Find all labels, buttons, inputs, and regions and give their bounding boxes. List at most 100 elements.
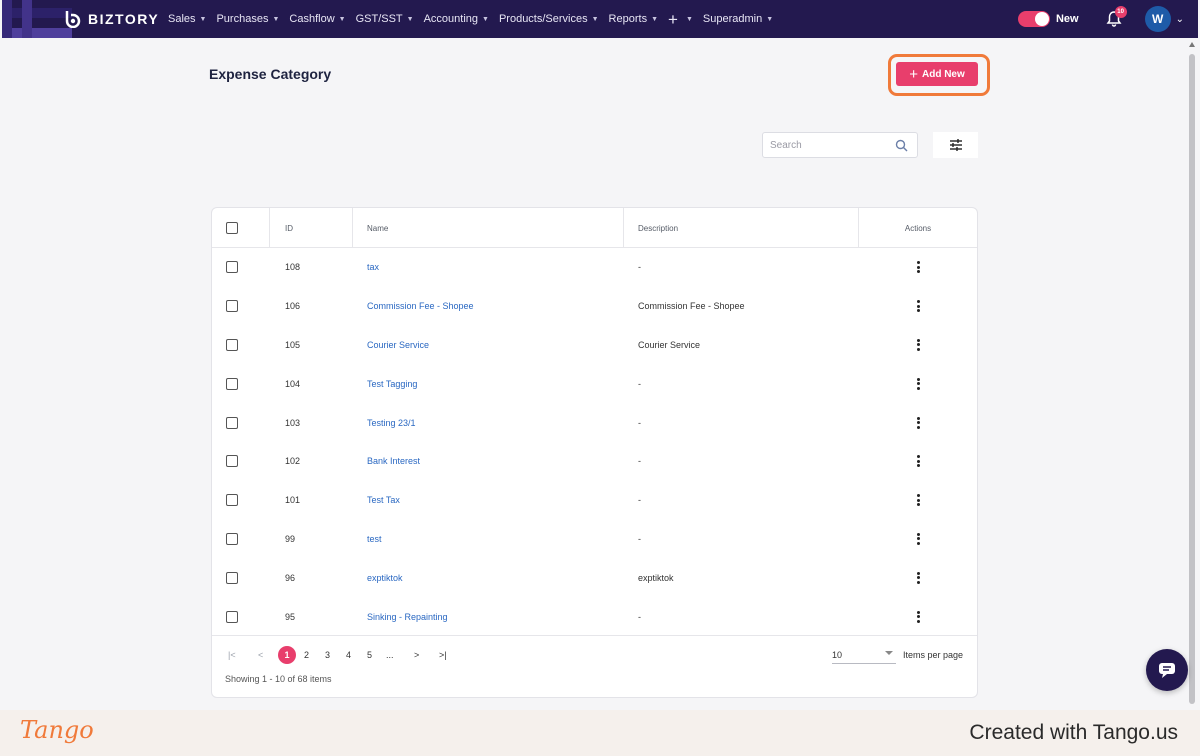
kebab-menu-icon[interactable]	[916, 338, 920, 351]
row-checkbox[interactable]	[226, 416, 238, 429]
menu-item-label: Purchases	[216, 13, 269, 25]
column-divider	[269, 208, 270, 248]
row-checkbox[interactable]	[226, 455, 238, 468]
row-id: 102	[285, 456, 301, 467]
items-per-page-label: Items per page	[903, 650, 964, 660]
row-actions-cell	[859, 248, 977, 287]
row-name-link[interactable]: Testing 23/1	[367, 403, 416, 442]
row-name-link[interactable]: Bank Interest	[367, 442, 420, 481]
page-1-button[interactable]: 1	[278, 646, 296, 664]
select-all-checkbox[interactable]	[226, 222, 238, 234]
row-name-link[interactable]: Commission Fee - Shopee	[367, 287, 474, 326]
row-select-cell	[226, 520, 238, 559]
chat-button[interactable]	[1146, 649, 1188, 691]
next-page-button[interactable]: >	[414, 647, 419, 663]
row-select-cell	[226, 558, 238, 597]
table-row: 96 exptiktok exptiktok	[212, 558, 977, 597]
page-scrollbar[interactable]	[1188, 42, 1196, 710]
row-name-link[interactable]: test	[367, 520, 382, 559]
row-checkbox[interactable]	[226, 571, 238, 584]
table-row: 108 tax -	[212, 248, 977, 287]
row-select-cell	[226, 248, 238, 287]
row-actions-cell	[859, 597, 977, 636]
row-actions-cell	[859, 326, 977, 365]
column-header-description[interactable]: Description	[638, 208, 678, 248]
row-checkbox[interactable]	[226, 494, 238, 507]
row-checkbox[interactable]	[226, 377, 238, 390]
kebab-menu-icon[interactable]	[916, 455, 920, 468]
column-header-id[interactable]: ID	[285, 208, 293, 248]
row-description: -	[638, 378, 641, 389]
plus-icon: +	[668, 9, 678, 29]
chevron-down-icon: ▼	[685, 15, 693, 23]
row-checkbox[interactable]	[226, 532, 238, 545]
chevron-down-icon: ▼	[406, 15, 414, 23]
table-row: 106 Commission Fee - Shopee Commission Fee…	[212, 287, 977, 326]
last-page-button[interactable]: >|	[439, 647, 447, 663]
row-checkbox[interactable]	[226, 610, 238, 623]
search-input[interactable]	[763, 133, 883, 157]
menu-item-reports[interactable]: Reports ▼	[609, 13, 658, 25]
table-row: 95 Sinking - Repainting -	[212, 597, 977, 636]
menu-item-label: Superadmin	[702, 13, 763, 25]
menu-item-cashflow[interactable]: Cashflow ▼	[289, 13, 345, 25]
plus-icon: +	[909, 65, 918, 83]
kebab-menu-icon[interactable]	[916, 532, 920, 545]
search-icon[interactable]	[895, 139, 908, 152]
menu-item-superadmin[interactable]: Superadmin ▼	[703, 13, 773, 25]
column-header-name[interactable]: Name	[367, 208, 388, 248]
menu-item-sales[interactable]: Sales ▼	[168, 13, 206, 25]
row-name-link[interactable]: tax	[367, 248, 379, 287]
menu-item-purchases[interactable]: Purchases ▼	[216, 13, 279, 25]
row-id: 99	[285, 533, 296, 544]
row-id: 101	[285, 495, 301, 506]
menu-item-products-services[interactable]: Products/Services ▼	[499, 13, 599, 25]
chevron-down-icon[interactable]: ⌄	[1176, 14, 1184, 25]
chevron-down-icon: ▼	[482, 15, 489, 23]
row-actions-cell	[859, 558, 977, 597]
scroll-thumb[interactable]	[1189, 54, 1195, 704]
row-name-link[interactable]: Test Tagging	[367, 364, 417, 403]
menu-item-gst-sst[interactable]: GST/SST ▼	[356, 13, 414, 25]
tango-credit: Created with Tango.us	[969, 721, 1178, 744]
row-select-cell	[226, 403, 238, 442]
pagination-divider	[212, 635, 977, 636]
row-checkbox[interactable]	[226, 261, 238, 274]
kebab-menu-icon[interactable]	[916, 494, 920, 507]
kebab-menu-icon[interactable]	[916, 300, 920, 313]
row-name-link[interactable]: Courier Service	[367, 326, 429, 365]
brand[interactable]: BIZTORY	[2, 0, 162, 38]
tango-logo: Tango	[20, 716, 94, 744]
row-id: 104	[285, 378, 301, 389]
notifications-button[interactable]: 10	[1105, 6, 1127, 28]
row-description: exptiktok	[638, 572, 674, 583]
new-ui-toggle[interactable]	[1017, 11, 1050, 27]
kebab-menu-icon[interactable]	[916, 571, 920, 584]
kebab-menu-icon[interactable]	[916, 261, 920, 274]
kebab-menu-icon[interactable]	[916, 416, 920, 429]
row-name-link[interactable]: exptiktok	[367, 558, 403, 597]
table-header: ID Name Description Actions	[212, 208, 977, 248]
menu-item-quick-add[interactable]: + ▼	[668, 11, 693, 28]
row-checkbox[interactable]	[226, 338, 238, 351]
more-pages-button[interactable]: ...	[386, 647, 394, 663]
page-2-button[interactable]: 2	[304, 647, 309, 663]
row-checkbox[interactable]	[226, 300, 238, 313]
scroll-up-arrow[interactable]	[1189, 42, 1195, 47]
items-per-page-select[interactable]: 10	[832, 646, 896, 664]
filter-button[interactable]	[933, 132, 978, 158]
row-id: 103	[285, 417, 301, 428]
page-3-button[interactable]: 3	[325, 647, 330, 663]
page-4-button[interactable]: 4	[346, 647, 351, 663]
row-name-link[interactable]: Sinking - Repainting	[367, 597, 448, 636]
kebab-menu-icon[interactable]	[916, 377, 920, 390]
page-5-button[interactable]: 5	[367, 647, 372, 663]
add-new-button[interactable]: + Add New	[896, 62, 978, 86]
row-id: 106	[285, 301, 301, 312]
kebab-menu-icon[interactable]	[916, 610, 920, 623]
avatar[interactable]: W	[1144, 6, 1171, 32]
first-page-button[interactable]: |<	[228, 647, 236, 663]
menu-item-accounting[interactable]: Accounting ▼	[424, 13, 489, 25]
row-name-link[interactable]: Test Tax	[367, 481, 400, 520]
prev-page-button[interactable]: <	[258, 647, 263, 663]
